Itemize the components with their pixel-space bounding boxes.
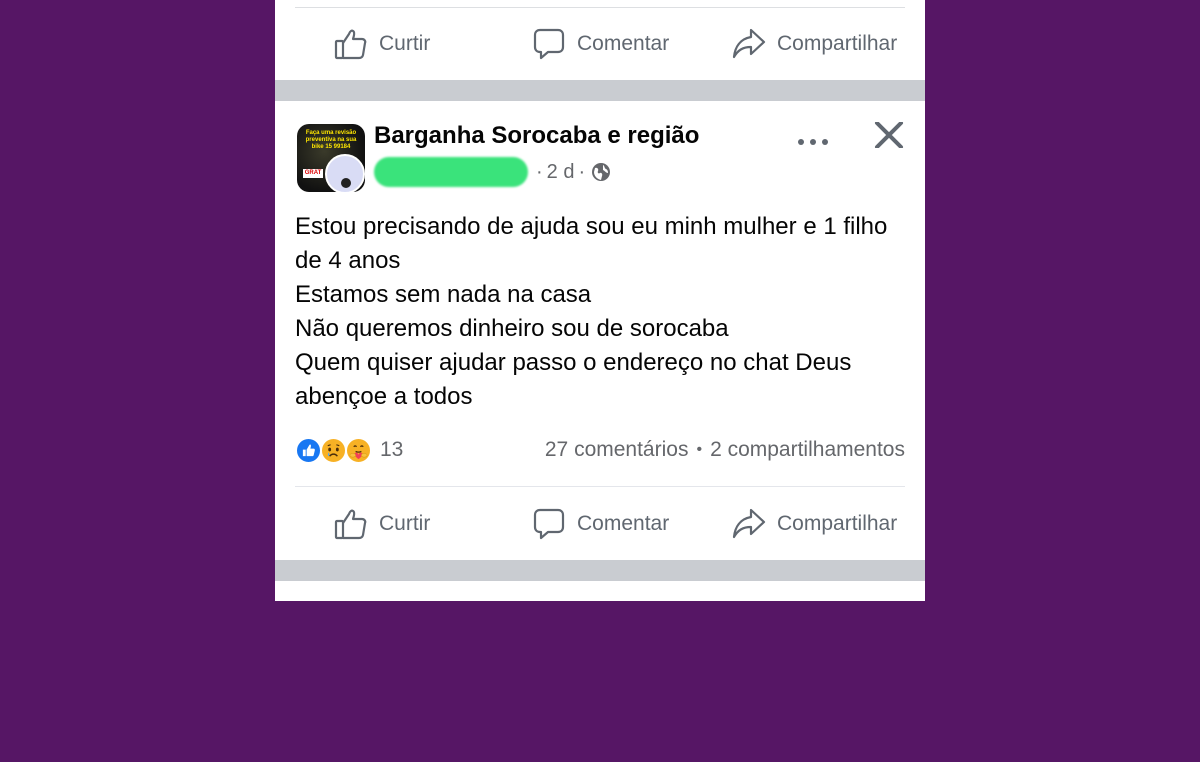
comment-label: Comentar	[577, 512, 670, 535]
sad-reaction-icon	[320, 436, 347, 464]
like-button[interactable]: Curtir	[333, 21, 430, 67]
close-icon[interactable]	[873, 122, 905, 148]
feed-separator	[275, 80, 925, 101]
feed-separator	[275, 560, 925, 581]
engagement-stats: 27 comentários • 2 compartilhamentos	[545, 438, 905, 462]
comment-label: Comentar	[577, 32, 670, 55]
more-options-icon[interactable]	[798, 132, 828, 152]
share-button[interactable]: Compartilhar	[731, 21, 897, 67]
avatar-logo-icon	[341, 178, 351, 188]
divider	[295, 7, 905, 8]
divider	[295, 486, 905, 487]
like-reaction-icon	[295, 436, 322, 464]
meta-separator: ·	[578, 160, 586, 183]
comments-count-link[interactable]: 27 comentários	[545, 438, 689, 462]
post-action-bar: Curtir Comentar Compartilhar	[295, 501, 905, 547]
post-text-line: Não queremos dinheiro sou de sorocaba	[295, 315, 729, 342]
share-button[interactable]: Compartilhar	[731, 501, 897, 547]
user-avatar[interactable]	[325, 154, 365, 194]
like-label: Curtir	[379, 512, 431, 535]
comment-button[interactable]: Comentar	[531, 501, 669, 547]
share-arrow-icon	[732, 28, 766, 59]
post-stats: 13 27 comentários • 2 compartilhamentos	[295, 434, 905, 466]
post-text-line: Estou precisando de ajuda sou eu minh mu…	[295, 213, 888, 274]
care-reaction-icon	[345, 436, 372, 464]
stats-separator: •	[696, 441, 703, 458]
thumbs-up-icon	[334, 29, 367, 60]
post-body: Estou precisando de ajuda sou eu minh mu…	[295, 210, 905, 414]
redacted-author-name	[374, 157, 528, 187]
post-meta: · 2 d ·	[374, 157, 611, 187]
globe-icon	[592, 163, 611, 181]
post-text-line: Quem quiser ajudar passo o endereço no c…	[295, 349, 852, 410]
shares-count-link[interactable]: 2 compartilhamentos	[710, 438, 905, 462]
post-header: Faça uma revisão preventiva na sua bike …	[295, 122, 905, 194]
group-avatar[interactable]: Faça uma revisão preventiva na sua bike …	[297, 124, 365, 194]
comment-bubble-icon	[533, 28, 565, 60]
like-button[interactable]: Curtir	[333, 501, 430, 547]
previous-post-action-bar: Curtir Comentar Compartilhar	[295, 21, 905, 67]
reactions-summary[interactable]: 13	[295, 436, 404, 464]
share-label: Compartilhar	[777, 32, 898, 55]
thumbs-up-icon	[334, 509, 367, 540]
share-label: Compartilhar	[777, 512, 898, 535]
share-arrow-icon	[732, 508, 766, 539]
reaction-count: 13	[380, 438, 404, 461]
group-name[interactable]: Barganha Sorocaba e região	[374, 122, 699, 150]
meta-separator: ·	[536, 160, 543, 183]
like-label: Curtir	[379, 32, 431, 55]
avatar-text: Faça uma revisão preventiva na sua bike …	[305, 130, 357, 150]
comment-button[interactable]: Comentar	[531, 21, 669, 67]
post-text-line: Estamos sem nada na casa	[295, 281, 592, 308]
avatar-badge: GRAT	[303, 169, 323, 178]
feed-card: Curtir Comentar Compartilhar Faça uma re…	[275, 0, 925, 601]
post-timestamp[interactable]: 2 d	[547, 161, 575, 184]
comment-bubble-icon	[533, 508, 565, 540]
